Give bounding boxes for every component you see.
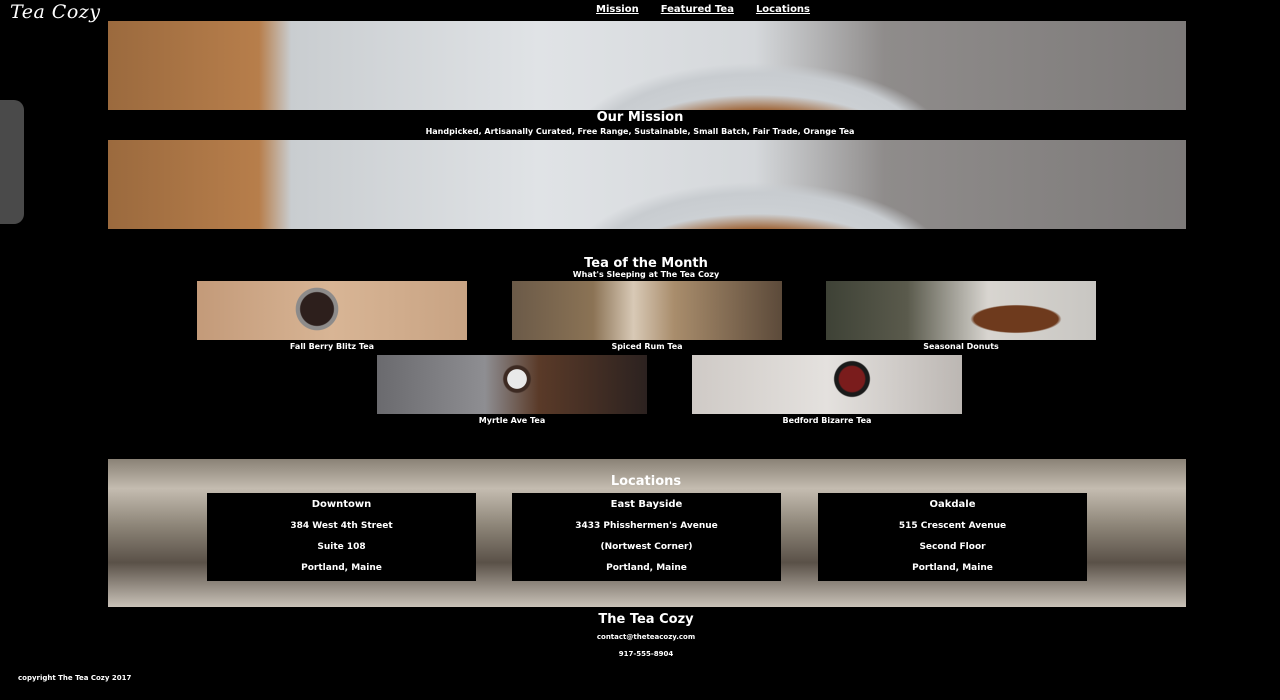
- nav-link-featured-tea[interactable]: Featured Tea: [661, 4, 734, 15]
- mission-subtitle: Handpicked, Artisanally Curated, Free Ra…: [425, 127, 855, 136]
- tea-label: Seasonal Donuts: [923, 342, 999, 351]
- location-name: East Bayside: [610, 499, 683, 510]
- tea-card-seasonal-donuts[interactable]: Seasonal Donuts: [826, 281, 1096, 351]
- location-address-line: Second Floor: [919, 542, 986, 552]
- tea-image: [197, 281, 467, 340]
- tea-card-myrtle-ave[interactable]: Myrtle Ave Tea: [377, 355, 647, 425]
- mission-image-bottom: [108, 140, 1186, 229]
- location-address-line: 515 Crescent Avenue: [898, 521, 1007, 531]
- location-card-east-bayside: East Bayside 3433 Phisshermen's Avenue (…: [512, 493, 781, 581]
- location-card-oakdale: Oakdale 515 Crescent Avenue Second Floor…: [818, 493, 1087, 581]
- site-logo[interactable]: Tea Cozy: [10, 1, 101, 23]
- tea-card-fall-berry[interactable]: Fall Berry Blitz Tea: [197, 281, 467, 351]
- location-name: Downtown: [311, 499, 372, 510]
- tea-card-spiced-rum[interactable]: Spiced Rum Tea: [512, 281, 782, 351]
- copyright-text: copyright The Tea Cozy 2017: [18, 674, 132, 682]
- mission-image-top: [108, 21, 1186, 110]
- footer-title: The Tea Cozy: [598, 612, 694, 627]
- location-address-line: Suite 108: [317, 542, 366, 552]
- location-address-line: 3433 Phisshermen's Avenue: [575, 521, 718, 531]
- tea-of-month-subtitle: What's Sleeping at The Tea Cozy: [572, 270, 720, 279]
- tea-label: Spiced Rum Tea: [611, 342, 683, 351]
- nav-link-mission[interactable]: Mission: [596, 4, 639, 15]
- location-address-line: 384 West 4th Street: [290, 521, 393, 531]
- location-name: Oakdale: [929, 499, 976, 510]
- tea-label: Fall Berry Blitz Tea: [289, 342, 375, 351]
- location-address-line: Portland, Maine: [912, 563, 993, 573]
- mission-title: Our Mission: [596, 110, 684, 125]
- tea-image: [512, 281, 782, 340]
- location-address-line: (Nortwest Corner): [600, 542, 693, 552]
- footer-phone: 917-555-8904: [618, 650, 674, 658]
- tea-image: [692, 355, 962, 414]
- location-address-line: Portland, Maine: [301, 563, 382, 573]
- tea-image: [826, 281, 1096, 340]
- nav-link-locations[interactable]: Locations: [756, 4, 810, 15]
- location-card-downtown: Downtown 384 West 4th Street Suite 108 P…: [207, 493, 476, 581]
- location-address-line: Portland, Maine: [606, 563, 687, 573]
- main-nav: Mission Featured Tea Locations: [596, 4, 810, 15]
- tea-image: [377, 355, 647, 414]
- tea-label: Myrtle Ave Tea: [478, 416, 546, 425]
- footer-email[interactable]: contact@theteacozy.com: [0, 633, 1280, 641]
- tea-label: Bedford Bizarre Tea: [782, 416, 872, 425]
- locations-title: Locations: [610, 474, 682, 489]
- tea-card-bedford-bizarre[interactable]: Bedford Bizarre Tea: [692, 355, 962, 425]
- tea-of-month-title: Tea of the Month: [584, 256, 708, 271]
